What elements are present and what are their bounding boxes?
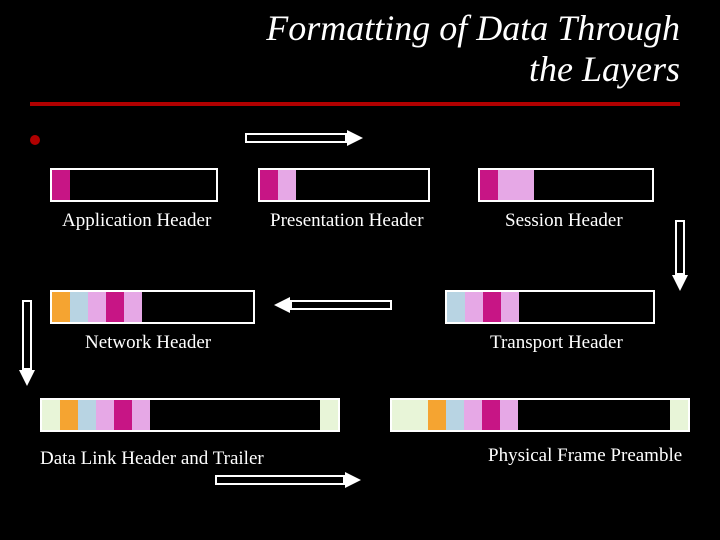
seg-trans-h1: [447, 292, 465, 322]
seg-dl-data: [150, 400, 320, 430]
seg-dl-h5: [114, 400, 132, 430]
label-presentation: Presentation Header: [270, 210, 424, 232]
label-datalink: Data Link Header and Trailer: [40, 448, 264, 470]
arrow-right-2-head-icon: [345, 472, 361, 488]
seg-pres-data: [296, 170, 428, 200]
arrow-left-shaft: [290, 300, 392, 310]
arrow-down-right-shaft: [675, 220, 685, 275]
seg-dl-h4: [96, 400, 114, 430]
seg-app-header: [52, 170, 70, 200]
title-line-1: Formatting of Data Through: [266, 8, 680, 48]
arrow-down-left-head-icon: [19, 370, 35, 386]
label-transport: Transport Header: [490, 332, 623, 354]
seg-dl-h2: [60, 400, 78, 430]
seg-sess-prev1: [498, 170, 516, 200]
seg-phy-h0: [392, 400, 410, 430]
seg-phy-data: [518, 400, 670, 430]
seg-phy-h6: [500, 400, 518, 430]
seg-net-h2: [70, 292, 88, 322]
seg-phy-h2: [428, 400, 446, 430]
seg-trans-h4: [501, 292, 519, 322]
arrow-right-1-shaft: [245, 133, 347, 143]
arrow-right-1-head-icon: [347, 130, 363, 146]
seg-dl-h6: [132, 400, 150, 430]
arrow-down-right-head-icon: [672, 275, 688, 291]
packet-presentation: [258, 168, 430, 202]
label-network: Network Header: [85, 332, 211, 354]
arrow-right-2-shaft: [215, 475, 345, 485]
seg-phy-h3: [446, 400, 464, 430]
arrow-down-left-shaft: [22, 300, 32, 370]
seg-dl-trailer: [320, 400, 338, 430]
packet-datalink: [40, 398, 340, 432]
seg-app-data: [70, 170, 216, 200]
label-physical: Physical Frame Preamble: [488, 445, 682, 467]
seg-dl-h3: [78, 400, 96, 430]
packet-transport: [445, 290, 655, 324]
seg-phy-trailer: [670, 400, 688, 430]
seg-sess-data: [534, 170, 652, 200]
seg-phy-h5: [482, 400, 500, 430]
seg-phy-h1: [410, 400, 428, 430]
slide-title: Formatting of Data Through the Layers: [266, 8, 680, 91]
seg-net-h1: [52, 292, 70, 322]
bullet-icon: [30, 135, 40, 145]
title-underline: [30, 102, 680, 106]
seg-phy-h4: [464, 400, 482, 430]
seg-net-h5: [124, 292, 142, 322]
seg-dl-h1: [42, 400, 60, 430]
seg-trans-h2: [465, 292, 483, 322]
seg-net-data: [142, 292, 253, 322]
seg-pres-prev: [278, 170, 296, 200]
seg-trans-h3: [483, 292, 501, 322]
seg-sess-header: [480, 170, 498, 200]
seg-net-h4: [106, 292, 124, 322]
title-line-2: the Layers: [529, 49, 680, 89]
seg-trans-data: [519, 292, 653, 322]
seg-pres-header: [260, 170, 278, 200]
label-session: Session Header: [505, 210, 623, 232]
seg-sess-prev2: [516, 170, 534, 200]
packet-physical: [390, 398, 690, 432]
packet-application: [50, 168, 218, 202]
arrow-left-head-icon: [274, 297, 290, 313]
seg-net-h3: [88, 292, 106, 322]
packet-network: [50, 290, 255, 324]
label-application: Application Header: [62, 210, 211, 232]
packet-session: [478, 168, 654, 202]
